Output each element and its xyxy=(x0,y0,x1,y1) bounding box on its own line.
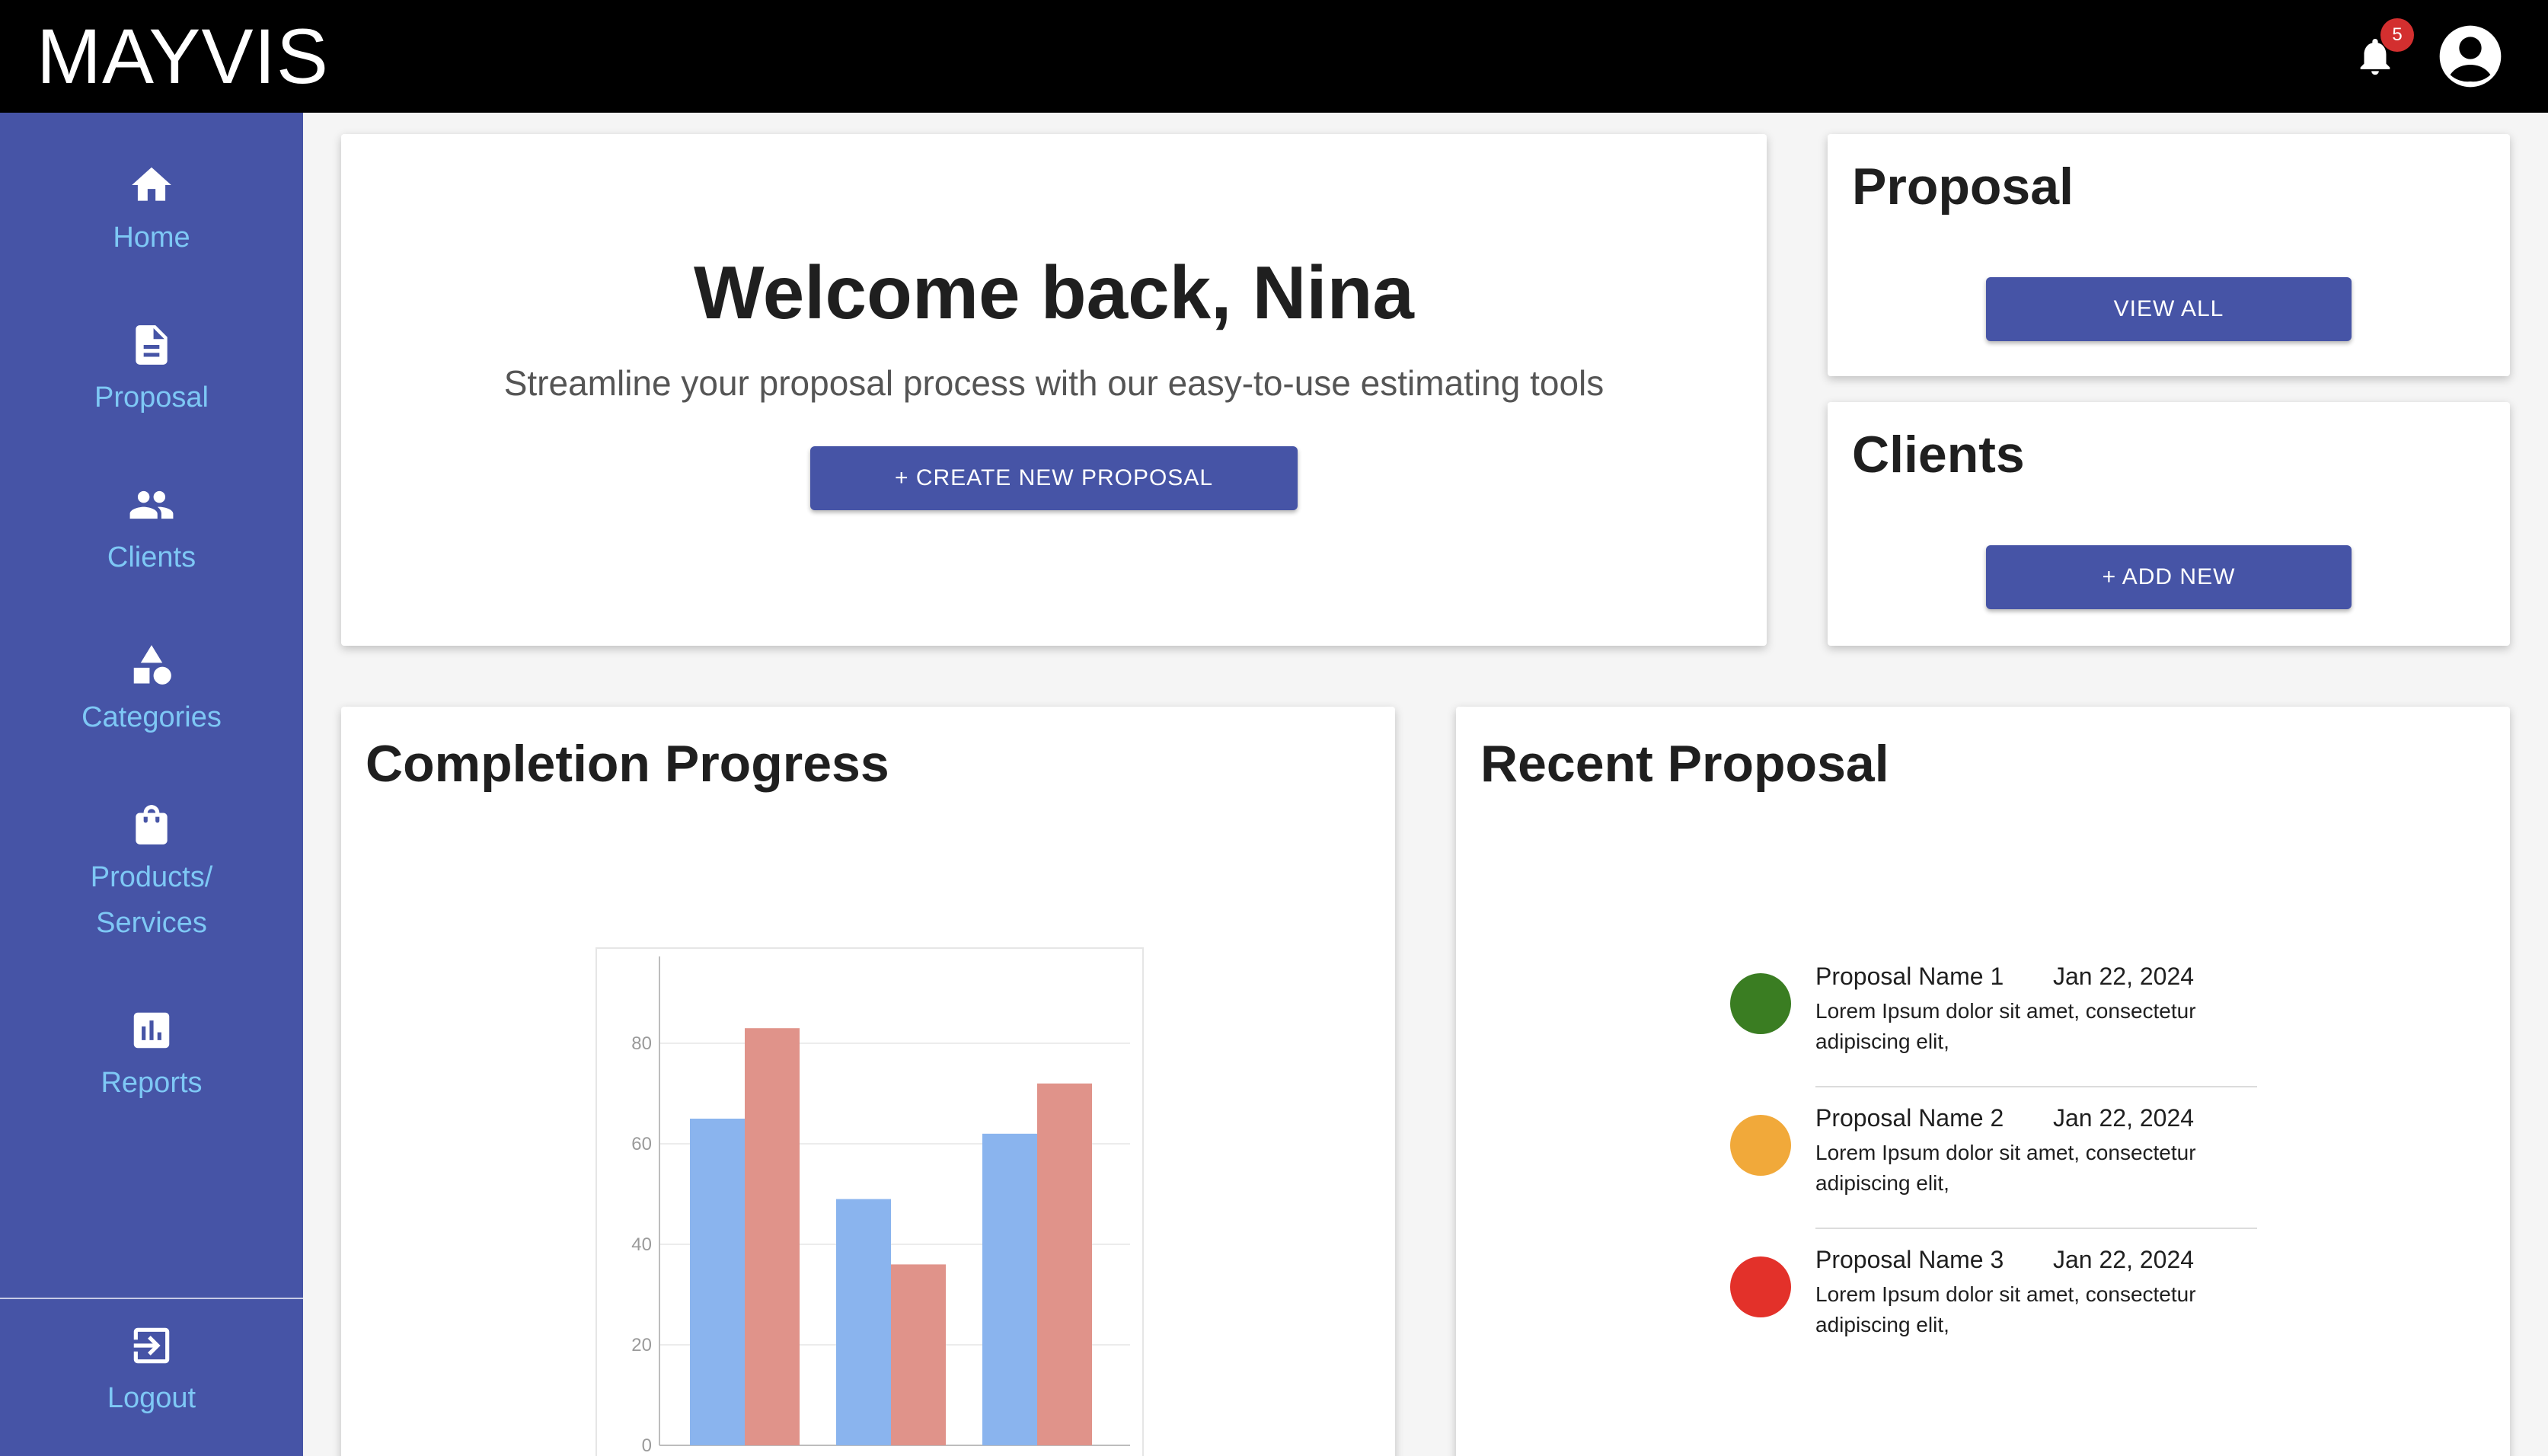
home-icon xyxy=(132,167,171,201)
chart-y-tick-label: 0 xyxy=(642,1435,652,1456)
proposal-date: Jan 22, 2024 xyxy=(2053,1246,2195,1273)
proposal-name: Proposal Name 2 xyxy=(1815,1104,2004,1132)
sidebar-item-label: Categories xyxy=(81,701,222,733)
sidebar-item-label: Home xyxy=(113,222,190,254)
brand-logo[interactable]: MAYVIS xyxy=(37,14,329,99)
create-new-proposal-button[interactable]: + CREATE NEW PROPOSAL xyxy=(810,446,1298,510)
add-new-client-button[interactable]: + ADD NEW xyxy=(1986,545,2352,609)
recent-proposal-title: Recent Proposal xyxy=(1480,735,1889,793)
top-bar: MAYVIS 5 xyxy=(0,0,2548,113)
proposal-description: Lorem Ipsum dolor sit amet, consectetur … xyxy=(1815,1141,2196,1195)
shopping-bag-icon xyxy=(136,805,168,845)
list-item[interactable]: Proposal Name 3 Jan 22, 2024 Lorem Ipsum… xyxy=(1730,1234,2263,1375)
completion-progress-title: Completion Progress xyxy=(366,735,889,793)
logout-label: Logout xyxy=(107,1382,196,1414)
sidebar: Home Proposal Clients Categories Product… xyxy=(0,113,303,1456)
status-dot xyxy=(1730,973,1791,1034)
sidebar-item-label: Clients xyxy=(107,541,196,573)
chart-bar xyxy=(982,1133,1037,1445)
sidebar-item-label: Products/ Services xyxy=(90,861,213,939)
sidebar-item-label: Proposal xyxy=(94,382,209,413)
proposal-date: Jan 22, 2024 xyxy=(2053,963,2195,990)
proposal-card-title: Proposal xyxy=(1852,158,2074,216)
welcome-card: Welcome back, Nina Streamline your propo… xyxy=(341,134,1767,646)
clients-card-title: Clients xyxy=(1852,426,2025,484)
chart-y-tick-label: 20 xyxy=(631,1335,652,1355)
proposal-date: Jan 22, 2024 xyxy=(2053,1104,2195,1132)
chart-bar xyxy=(690,1119,745,1445)
recent-proposal-list: Proposal Name 1 Jan 22, 2024 Lorem Ipsum… xyxy=(1730,950,2263,1375)
welcome-title: Welcome back, Nina xyxy=(694,251,1414,334)
logout-icon xyxy=(133,1327,170,1364)
sidebar-item-products-services[interactable]: Products/ Services xyxy=(0,801,303,946)
shapes-icon xyxy=(133,645,171,685)
sidebar-item-clients[interactable]: Clients xyxy=(0,481,303,580)
chart-bar xyxy=(836,1199,891,1445)
divider xyxy=(1815,1228,2257,1229)
document-icon xyxy=(136,325,168,365)
proposal-card: Proposal VIEW ALL xyxy=(1828,134,2510,376)
completion-chart: 0 20 40 60 80 xyxy=(595,947,1144,1456)
list-item[interactable]: Proposal Name 2 Jan 22, 2024 Lorem Ipsum… xyxy=(1730,1092,2263,1234)
chart-bar xyxy=(1037,1083,1092,1445)
chart-y-tick-label: 80 xyxy=(631,1033,652,1054)
proposal-name: Proposal Name 1 xyxy=(1815,963,2004,990)
chart-y-tick-label: 40 xyxy=(631,1234,652,1255)
clients-card: Clients + ADD NEW xyxy=(1828,402,2510,646)
notification-badge: 5 xyxy=(2380,18,2414,52)
sidebar-item-proposal[interactable]: Proposal xyxy=(0,321,303,420)
status-dot xyxy=(1730,1256,1791,1317)
logout-button[interactable]: Logout xyxy=(0,1322,303,1421)
recent-proposal-card: Recent Proposal Proposal Name 1 Jan 22, … xyxy=(1456,707,2510,1456)
people-icon xyxy=(129,490,174,519)
welcome-subtitle: Streamline your proposal process with ou… xyxy=(503,363,1604,403)
status-dot xyxy=(1730,1115,1791,1176)
proposal-description: Lorem Ipsum dolor sit amet, consectetur … xyxy=(1815,999,2196,1053)
sidebar-item-home[interactable]: Home xyxy=(0,161,303,260)
chart-y-tick-label: 60 xyxy=(631,1134,652,1154)
completion-progress-card: Completion Progress 0 20 40 60 80 xyxy=(341,707,1395,1456)
chart-bar xyxy=(891,1264,946,1445)
divider xyxy=(1815,1086,2257,1087)
completion-chart-svg: 0 20 40 60 80 xyxy=(631,956,1130,1456)
sidebar-item-reports[interactable]: Reports xyxy=(0,1007,303,1106)
proposal-description: Lorem Ipsum dolor sit amet, consectetur … xyxy=(1815,1282,2196,1336)
sidebar-divider xyxy=(0,1298,303,1299)
proposal-name: Proposal Name 3 xyxy=(1815,1246,2004,1273)
sidebar-item-label: Reports xyxy=(101,1067,203,1099)
sidebar-item-categories[interactable]: Categories xyxy=(0,641,303,740)
list-item[interactable]: Proposal Name 1 Jan 22, 2024 Lorem Ipsum… xyxy=(1730,950,2263,1092)
view-all-button[interactable]: VIEW ALL xyxy=(1986,277,2352,341)
bar-chart-icon xyxy=(133,1012,170,1049)
chart-bar xyxy=(745,1028,800,1445)
account-avatar-icon[interactable] xyxy=(2437,23,2504,90)
